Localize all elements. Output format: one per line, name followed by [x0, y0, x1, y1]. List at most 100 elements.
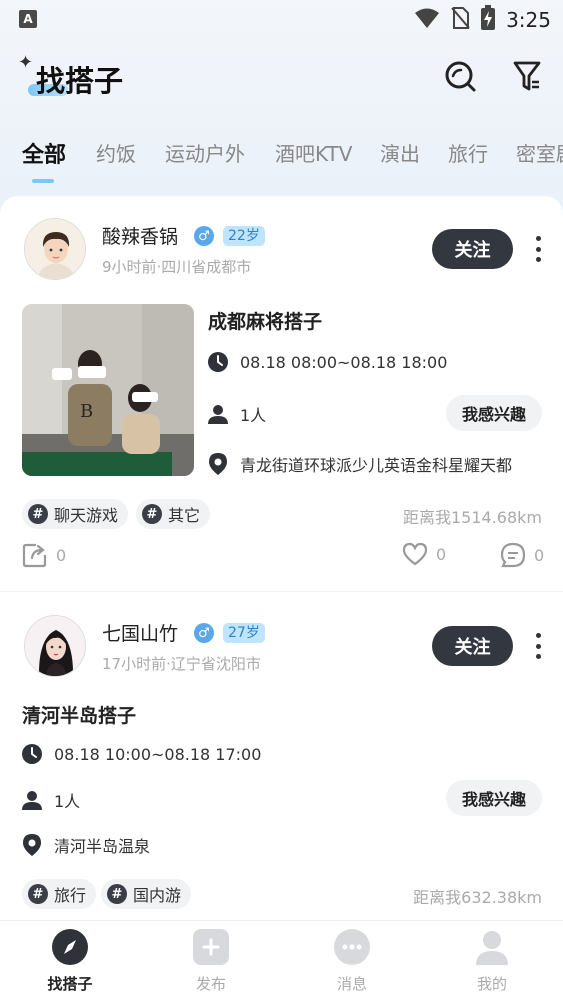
- male-gender-icon: ♂: [194, 226, 214, 246]
- age-badge: 27岁: [223, 623, 265, 643]
- avatar[interactable]: [24, 218, 86, 280]
- interested-button[interactable]: 我感兴趣: [446, 780, 542, 816]
- post-title[interactable]: 成都麻将搭子: [208, 307, 322, 334]
- location-pin-icon: [208, 453, 228, 475]
- tab-travel[interactable]: 旅行: [448, 138, 488, 167]
- interested-button[interactable]: 我感兴趣: [446, 395, 542, 431]
- sparkle-icon: ✦: [18, 52, 34, 73]
- heart-icon: [402, 542, 428, 566]
- share-count: 0: [56, 545, 67, 565]
- post-meta: 17小时前·辽宁省沈阳市: [102, 655, 261, 673]
- nav-label: 找搭子: [47, 975, 93, 993]
- more-dot-icon: [535, 633, 541, 638]
- card-divider: [0, 591, 563, 592]
- tag-chip[interactable]: # 其它: [136, 499, 211, 529]
- more-options-button[interactable]: [530, 630, 546, 662]
- more-dot-icon: [535, 257, 541, 262]
- nav-messages[interactable]: 消息: [302, 929, 402, 1002]
- user-name[interactable]: 酸辣香锅: [102, 222, 178, 249]
- distance-text: 距离我632.38km: [413, 888, 542, 907]
- tab-dining[interactable]: 约饭: [96, 138, 136, 167]
- nav-label: 我的: [476, 975, 507, 993]
- post-image[interactable]: B: [22, 304, 194, 476]
- tag-label: 国内游: [133, 886, 182, 905]
- no-sim-icon: [450, 6, 470, 34]
- bottom-navigation: 找搭子 发布 消息 我的: [0, 920, 563, 1002]
- chat-bubble-icon: [334, 929, 370, 965]
- user-name[interactable]: 七国山竹: [102, 619, 178, 646]
- page-title: 找搭子: [36, 64, 124, 98]
- location-text: 青龙街道环球派少儿英语金科星耀天都: [240, 456, 513, 475]
- location-pin-icon: [22, 834, 42, 856]
- hashtag-icon: #: [28, 884, 48, 904]
- follow-button[interactable]: 关注: [432, 229, 513, 269]
- plus-square-icon: [193, 929, 229, 965]
- post-feed[interactable]: 酸辣香锅 ♂ 22岁 9小时前·四川省成都市 关注 B 成都麻将搭子 08.18…: [0, 196, 563, 920]
- filter-icon: [512, 59, 542, 97]
- person-icon: [474, 929, 510, 965]
- location-row: 清河半岛温泉: [22, 833, 150, 857]
- nav-find-partner[interactable]: 找搭子: [20, 929, 120, 1002]
- people-row: 1人: [22, 788, 80, 812]
- comment-count: 0: [534, 545, 545, 565]
- tab-bar-ktv[interactable]: 酒吧KTV: [275, 138, 352, 167]
- search-icon: [443, 59, 477, 97]
- like-button[interactable]: 0: [402, 542, 446, 566]
- hashtag-icon: #: [28, 504, 48, 524]
- tab-shows[interactable]: 演出: [380, 138, 420, 167]
- category-tabs: 全部 约饭 运动户外 酒吧KTV 演出 旅行 密室剧: [0, 138, 563, 184]
- svg-text:B: B: [80, 401, 93, 422]
- people-count: 1人: [240, 406, 267, 425]
- tag-label: 其它: [168, 506, 201, 525]
- tag-chip[interactable]: # 旅行: [22, 879, 97, 909]
- male-gender-icon: ♂: [194, 623, 214, 643]
- wifi-icon: [414, 7, 440, 33]
- more-dot-icon: [535, 236, 541, 241]
- hashtag-icon: #: [107, 884, 127, 904]
- location-row: 青龙街道环球派少儿英语金科星耀天都: [208, 452, 512, 476]
- filter-button[interactable]: [507, 58, 547, 98]
- people-row: 1人: [208, 402, 266, 426]
- status-bar: A 3:25: [0, 0, 563, 40]
- clock-icon: [22, 744, 42, 764]
- post-title[interactable]: 清河半岛搭子: [22, 701, 136, 728]
- tab-all[interactable]: 全部: [22, 138, 66, 169]
- like-count: 0: [436, 544, 447, 564]
- follow-button[interactable]: 关注: [432, 626, 513, 666]
- tab-outdoor-sports[interactable]: 运动户外: [165, 138, 245, 167]
- nav-label: 消息: [336, 975, 367, 993]
- status-icons: 3:25: [414, 5, 551, 35]
- tag-label: 聊天游戏: [54, 506, 119, 525]
- tag-chip[interactable]: # 聊天游戏: [22, 499, 129, 529]
- title-row: ✦ 找搭子: [0, 50, 563, 110]
- distance-text: 距离我1514.68km: [402, 508, 542, 527]
- post-meta: 9小时前·四川省成都市: [102, 258, 252, 276]
- clock-icon: [208, 352, 228, 372]
- location-text: 清河半岛温泉: [54, 837, 151, 856]
- more-options-button[interactable]: [530, 233, 546, 265]
- status-time: 3:25: [506, 8, 551, 32]
- tab-indicator: [32, 179, 54, 183]
- time-text: 08.18 08:00~08.18 18:00: [240, 352, 448, 372]
- battery-charging-icon: [480, 5, 496, 35]
- age-badge: 22岁: [223, 226, 265, 246]
- people-count: 1人: [54, 792, 81, 811]
- more-dot-icon: [535, 643, 541, 649]
- more-dot-icon: [535, 654, 541, 659]
- comment-button[interactable]: 0: [500, 542, 544, 568]
- share-icon: [22, 542, 48, 568]
- search-button[interactable]: [440, 58, 480, 98]
- person-icon: [22, 790, 42, 810]
- app-notification-icon: A: [19, 10, 37, 28]
- tab-escape-room[interactable]: 密室剧: [516, 138, 563, 167]
- tag-label: 旅行: [54, 886, 87, 905]
- nav-publish[interactable]: 发布: [161, 929, 261, 1002]
- share-button[interactable]: 0: [22, 542, 66, 568]
- tag-chip[interactable]: # 国内游: [101, 879, 192, 909]
- avatar[interactable]: [24, 615, 86, 677]
- person-icon: [208, 404, 228, 424]
- nav-profile[interactable]: 我的: [442, 929, 542, 1002]
- more-dot-icon: [535, 246, 541, 252]
- comment-icon: [500, 542, 526, 568]
- time-text: 08.18 10:00~08.18 17:00: [54, 744, 262, 764]
